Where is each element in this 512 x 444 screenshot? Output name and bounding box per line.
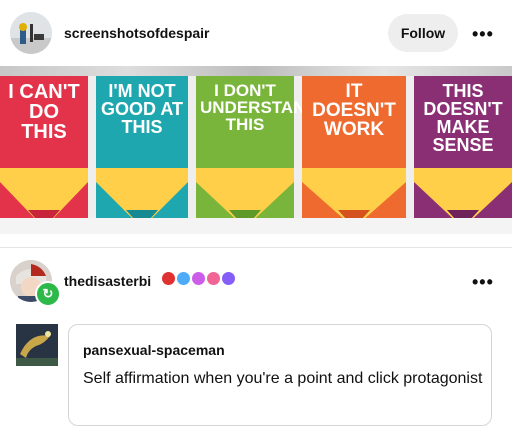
avatar[interactable] xyxy=(10,12,52,54)
more-options-button[interactable]: ••• xyxy=(472,24,494,45)
badge-icon xyxy=(192,272,205,285)
user-badges[interactable] xyxy=(162,272,235,288)
pencil-sign-text: I DON'T UNDERSTAND THIS xyxy=(200,81,318,134)
badge-icon xyxy=(222,272,235,285)
pencil-sign-5: THIS DOESN'T MAKE SENSE xyxy=(414,76,512,228)
pencil-sign-text: THIS DOESN'T MAKE SENSE xyxy=(423,81,503,155)
pencil-sign-text: I CAN'T DO THIS xyxy=(8,81,80,143)
badge-icon xyxy=(177,272,190,285)
banner-top-strip xyxy=(0,66,512,76)
reblog-icon: ↻ xyxy=(35,281,61,307)
post-username[interactable]: screenshotsofdespair xyxy=(64,25,210,41)
post-image: I CAN'T DO THIS I'M NOT GOOD AT THIS I D… xyxy=(0,66,512,234)
quoted-user-avatar[interactable] xyxy=(16,324,58,366)
pencil-sign-3: I DON'T UNDERSTAND THIS xyxy=(196,76,318,228)
post-header: screenshotsofdespair Follow ••• xyxy=(0,0,512,66)
badge-icon xyxy=(162,272,175,285)
pencil-sign-text: IT DOESN'T WORK xyxy=(312,81,396,140)
avatar-image xyxy=(10,12,52,54)
quoted-post[interactable]: pansexual-spaceman Self affirmation when… xyxy=(68,324,492,426)
banner-bottom-strip xyxy=(0,218,512,234)
reblogger-username[interactable]: thedisasterbi xyxy=(64,273,151,289)
pencil-sign-4: IT DOESN'T WORK xyxy=(302,76,406,228)
quoted-text: Self affirmation when you're a point and… xyxy=(83,370,483,387)
pencil-sign-2: I'M NOT GOOD AT THIS xyxy=(96,76,188,228)
badge-icon xyxy=(207,272,220,285)
pencil-sign-text: I'M NOT GOOD AT THIS xyxy=(101,81,183,137)
more-options-button[interactable]: ••• xyxy=(472,272,494,293)
avatar-image xyxy=(16,324,58,366)
quoted-username[interactable]: pansexual-spaceman xyxy=(83,342,225,358)
pencil-sign-1: I CAN'T DO THIS xyxy=(0,76,88,228)
reblog-section: ↻ thedisasterbi ••• pansexual-spaceman S… xyxy=(0,248,512,444)
follow-button[interactable]: Follow xyxy=(388,14,458,52)
